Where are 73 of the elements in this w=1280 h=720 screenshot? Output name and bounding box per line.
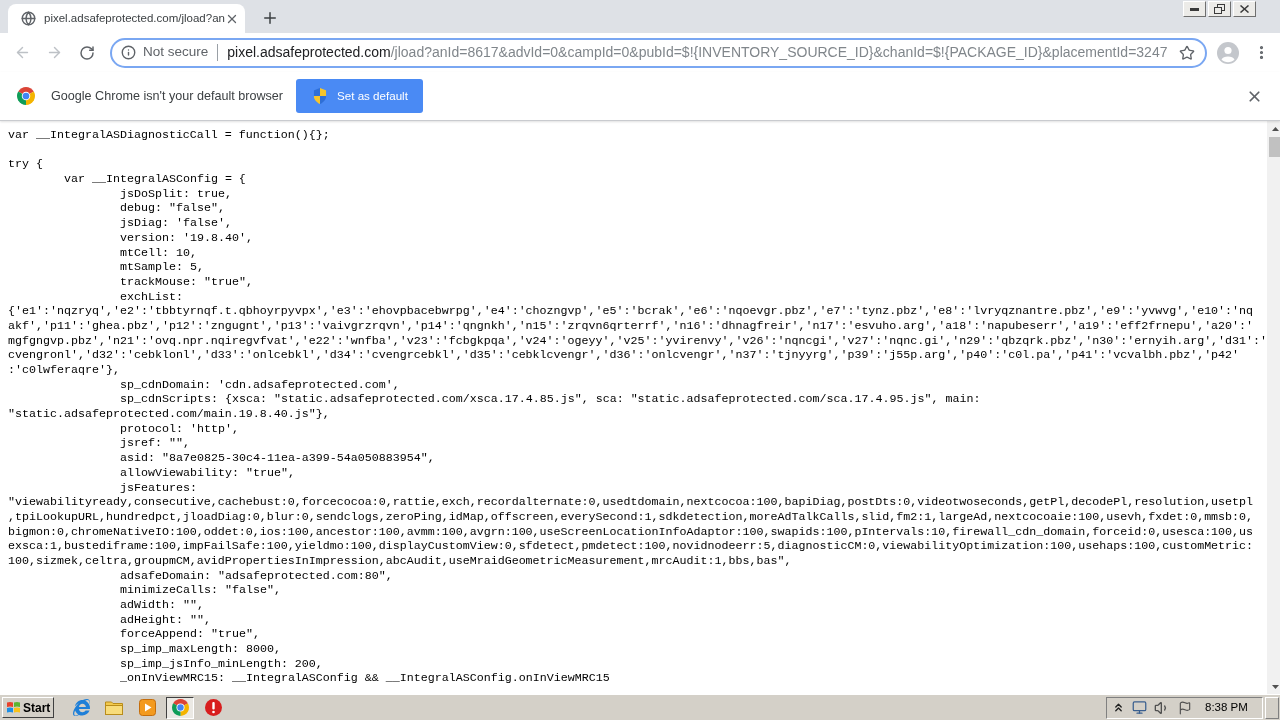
browser-logo-icon bbox=[17, 87, 35, 105]
restore-icon bbox=[1214, 4, 1225, 14]
clock[interactable]: 8:38 PM bbox=[1205, 698, 1248, 717]
shield-icon bbox=[313, 88, 327, 104]
infobar-message: Google Chrome isn't your default browser bbox=[51, 87, 283, 105]
chevrons-up-icon[interactable] bbox=[1112, 701, 1125, 714]
new-tab-icon[interactable] bbox=[261, 9, 279, 27]
code-line: protocol: 'http', bbox=[120, 421, 239, 436]
code-line: jsFeatures: bbox=[120, 480, 197, 495]
code-line: jsref: "", bbox=[120, 436, 190, 451]
code-line: forceAppend: "true", bbox=[120, 627, 260, 642]
browser-logo-icon bbox=[171, 699, 189, 716]
show-desktop-button[interactable] bbox=[1265, 696, 1279, 719]
code-line: sp_imp_jsInfo_minLength: 200, bbox=[120, 656, 323, 671]
code-line: akf','p11':'ghea.pbz','p12':'zngugnt','p13':'vaivgrzrqvn','p14':'qngnkh','n15':'zrqvn6qrterrf','n16':'dhnagfreir','n17':'esvuho.arg','a18':'napubeserr','a19':'eff2frnepu','a20':' bbox=[8, 318, 1254, 333]
scroll-thumb[interactable] bbox=[1269, 137, 1280, 157]
code-line: _onInViewMRC15: __IntegralASConfig && __IntegralASConfig.onInViewMRC15 bbox=[120, 671, 610, 686]
code-line: debug: "false", bbox=[120, 201, 225, 216]
star-icon[interactable] bbox=[1179, 44, 1195, 61]
code-line: var __IntegralASConfig = { bbox=[64, 172, 246, 187]
code-line: jsDoSplit: true, bbox=[120, 186, 232, 201]
code-line: adsafeDomain: "adsafeprotected.com:80", bbox=[120, 568, 393, 583]
close-icon bbox=[1240, 5, 1249, 13]
e-logo-icon bbox=[72, 699, 90, 716]
code-line: exsca:1,bustediframe:100,impFailSafe:100,yieldmo:100,displayCustomView:0,sfdetect,pmdetect:100,novidnodeerr:5,diagnosticCM:0,viewabilityOptimization:100,usehaps:100,customMetric: bbox=[8, 539, 1254, 554]
code-line: trackMouse: "true", bbox=[120, 274, 253, 289]
code-line: bigmon:0,chromeNativeIO:100,oddet:0,ios:100,ancestor:100,avmm:100,avgrn:100,useScreenLocationInfoAdaptor:100,swapids:100,pIntervals:10,firewall_cdn_domain,forceid:0,usesca:100,us bbox=[8, 524, 1254, 539]
address-bar[interactable]: Not secure pixel.adsafeprotected.com/jload?anId=8617&advId=0&campId=0&pubId=$!{INVENTORY_SOURCE_ID}&chanId=$!{PACKAGE_ID}&placementId=3247 bbox=[110, 37, 1207, 68]
reload-icon[interactable] bbox=[79, 44, 95, 61]
code-line: adHeight: "", bbox=[120, 612, 211, 627]
taskbar-button[interactable] bbox=[166, 696, 194, 719]
code-line: "static.adsafeprotected.com/main.19.8.40.js"}, bbox=[8, 407, 330, 422]
browser-tab[interactable]: pixel.adsafeprotected.com/jload?an bbox=[8, 4, 245, 33]
code-line: allowViewability: "true", bbox=[120, 465, 295, 480]
code-line: var __IntegralASDiagnosticCall = function(){}; bbox=[8, 128, 330, 142]
code-line: mgfgngvp.pbz','n21':'ovq.npr.nqiregvfvat','e22':'wnfba','v23':'fcbgkpqa','v24':'ogeyy','v25':'yvirenvy','v26':'nqncgi','v27':'nqnc.gi','n29':'qbzqrk.pbz','n30':'ernyih.arg','d31':' bbox=[8, 333, 1268, 348]
code-line: {'e1':'nqzryq','e2':'tbbtyrnqf.t.qbhoyrpyvpx','e3':'ehovpbacebwrpg','e4':'chozngvp','e5':'bcrak','e6':'nqoevgr.pbz','e7':'tynz.pbz','e8':'lvryqznantre.pbz','e9':'yvwvg','e10':'nq bbox=[8, 304, 1254, 319]
alert-icon bbox=[204, 699, 222, 716]
code-line: jsDiag: 'false', bbox=[120, 216, 232, 231]
scrollbar[interactable] bbox=[1267, 121, 1280, 694]
code-line: sp_cdnDomain: 'cdn.adsafeprotected.com', bbox=[120, 377, 400, 392]
flag-outline-icon[interactable] bbox=[1178, 700, 1192, 715]
close-button[interactable] bbox=[1233, 1, 1256, 17]
restore-button[interactable] bbox=[1208, 1, 1231, 17]
play-icon bbox=[138, 699, 156, 716]
code-line: mtCell: 10, bbox=[120, 245, 197, 260]
code-line: minimizeCalls: "false", bbox=[120, 583, 281, 598]
code-line: version: '19.8.40', bbox=[120, 230, 253, 245]
folder-icon bbox=[105, 700, 123, 715]
url-text[interactable]: pixel.adsafeprotected.com/jload?anId=8617&advId=0&campId=0&pubId=$!{INVENTORY_SOURCE_ID}&chanId=$!{PACKAGE_ID}&placementId=3247 bbox=[227, 42, 1168, 63]
code-line: 100,sizmek,celtra,groupmCM,avidPropertiesInImpression,abcAudit,useMraidGeometricMeasurement,mrcAudit:1,bbs,bas", bbox=[8, 553, 792, 568]
code-line: asid: "8a7e0825-30c4-11ea-a399-54a050883954", bbox=[120, 451, 435, 466]
down-triangle-icon bbox=[1272, 684, 1280, 689]
code-line: :'c0lwferaqre'}, bbox=[8, 363, 120, 377]
info-icon[interactable] bbox=[121, 45, 136, 60]
start-button[interactable]: Start bbox=[2, 697, 54, 718]
code-line: adWidth: "", bbox=[120, 598, 204, 612]
code-line: ,tpiLookupURL,hundredpct,jloadDiag:0,blur:0,sendclogs,zeroPing,idMap,offscreen,everySecond:1,sdkdetection,moreAdTalkCalls,slid,fm2:1,largeAd,nextcocoaie:100,usevh,fxdet:0,mmsb:0, bbox=[8, 509, 1254, 524]
tab-title: pixel.adsafeprotected.com/jload?an bbox=[44, 10, 225, 26]
code-line: "viewabilityready,consecutive,cachebust:0,forcecocoa:0,rattie,exch,recordalternate:0,usedtdomain,nextcocoa:100,bapiDiag,postDts:0,videotwoseconds,getPl,decodePl,resolution,usetpl bbox=[8, 495, 1254, 510]
code-line: exchList: bbox=[120, 289, 183, 304]
code-line: cvengronl','d32':'cebklonl','d33':'onlcebkl','d34':'cvengrcebkl','d35':'cebklcvengr','d36':'onlcvengr','n37':'tjnyyrg','p39':'j55p.arg','p40':'c0l.pa','p41':'vcvalbh.pbz','p42' bbox=[8, 348, 1240, 363]
flag-icon bbox=[6, 701, 21, 714]
code-line: sp_imp_maxLength: 8000, bbox=[120, 642, 281, 657]
code-line: sp_cdnScripts: {xsca: "static.adsafeprotected.com/xsca.17.4.85.js", sca: "static.adsafeprotected.com/sca.17.4.95.js", main: bbox=[120, 392, 981, 407]
code-line: try { bbox=[8, 157, 43, 172]
globe-icon bbox=[21, 11, 36, 26]
code-line: mtSample: 5, bbox=[120, 260, 204, 275]
up-triangle-icon bbox=[1272, 126, 1280, 131]
security-label[interactable]: Not secure bbox=[143, 42, 209, 63]
monitor-icon[interactable] bbox=[1132, 700, 1147, 715]
minimize-button[interactable] bbox=[1183, 1, 1206, 17]
minimize-icon bbox=[1190, 7, 1199, 11]
